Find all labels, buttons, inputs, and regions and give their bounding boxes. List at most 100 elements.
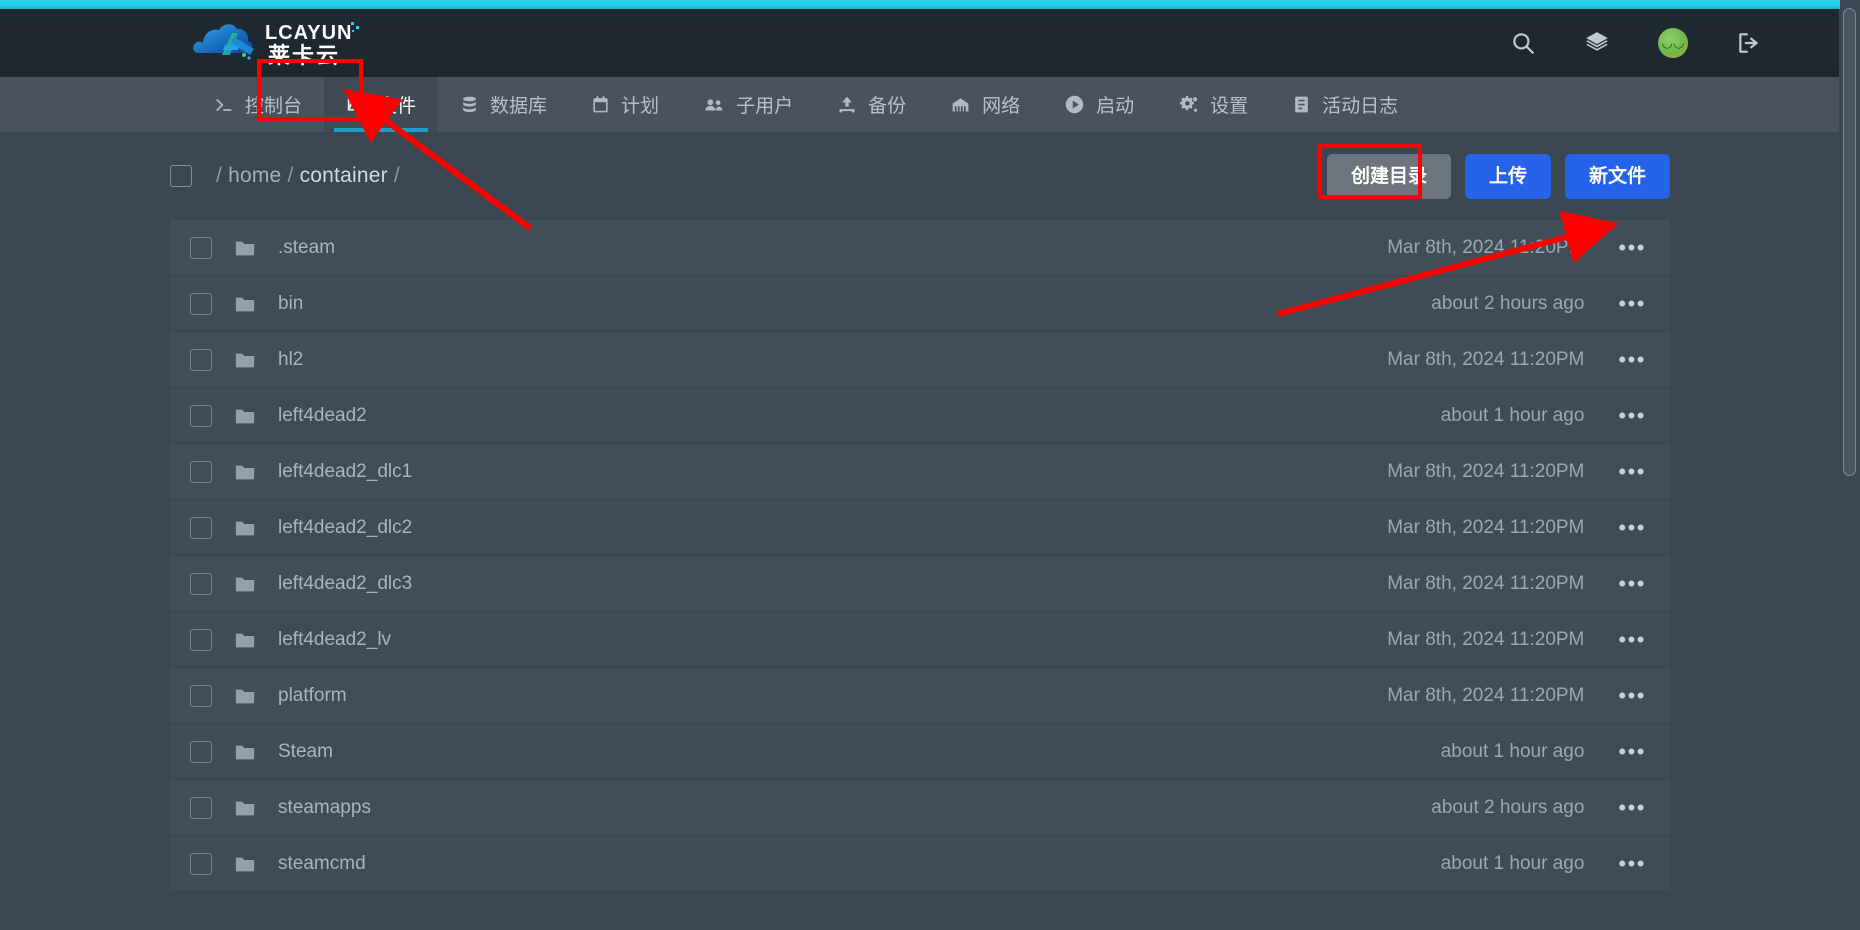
avatar[interactable]: ◡◡: [1658, 28, 1688, 58]
breadcrumb-separator: /: [287, 164, 294, 187]
row-menu-icon[interactable]: •••: [1612, 513, 1652, 543]
network-icon: [950, 94, 971, 115]
row-menu-icon[interactable]: •••: [1612, 569, 1652, 599]
tab-settings[interactable]: 设置: [1156, 77, 1270, 132]
tab-label: 备份: [868, 96, 907, 117]
tab-backups[interactable]: 备份: [815, 77, 928, 132]
row-checkbox[interactable]: [190, 796, 212, 819]
file-name[interactable]: left4dead2_lv: [278, 629, 391, 651]
file-name[interactable]: .steam: [278, 237, 335, 259]
row-checkbox[interactable]: [190, 572, 212, 595]
breadcrumb-segment-container[interactable]: container: [300, 164, 388, 187]
row-menu-icon[interactable]: •••: [1612, 681, 1652, 711]
upload-icon: [837, 95, 857, 115]
table-row[interactable]: bin about 2 hours ago •••: [170, 276, 1670, 332]
breadcrumb-separator: /: [216, 164, 223, 187]
layers-icon[interactable]: [1584, 30, 1610, 56]
tab-subusers[interactable]: 子用户: [681, 77, 815, 132]
table-row[interactable]: steamcmd about 1 hour ago •••: [170, 836, 1670, 892]
database-icon: [460, 95, 479, 114]
avatar-face-icon: ◡◡: [1661, 35, 1685, 50]
row-checkbox[interactable]: [190, 348, 212, 371]
table-row[interactable]: Steam about 1 hour ago •••: [170, 724, 1670, 780]
file-name[interactable]: bin: [278, 293, 303, 315]
page-loading-bar: [0, 0, 1840, 9]
row-checkbox[interactable]: [190, 460, 212, 483]
folder-icon: [234, 237, 256, 259]
file-name[interactable]: hl2: [278, 349, 303, 371]
row-checkbox[interactable]: [190, 684, 212, 707]
select-all-checkbox[interactable]: [170, 165, 192, 187]
page-root: LCAYUN 莱卡云 ◡◡ 控制台 文件 数据库 计划 子用户 备份 网络 启动…: [0, 0, 1860, 930]
row-menu-icon[interactable]: •••: [1612, 625, 1652, 655]
file-name[interactable]: left4dead2: [278, 405, 367, 427]
header-icon-group: ◡◡: [1510, 9, 1762, 77]
row-checkbox[interactable]: [190, 404, 212, 427]
file-modified: about 2 hours ago: [1431, 292, 1585, 314]
table-row[interactable]: steamapps about 2 hours ago •••: [170, 780, 1670, 836]
row-menu-icon[interactable]: •••: [1612, 289, 1652, 319]
folder-icon: [234, 517, 256, 539]
table-row[interactable]: left4dead2_dlc3 Mar 8th, 2024 11:20PM •••: [170, 556, 1670, 612]
file-modified: Mar 8th, 2024 11:20PM: [1387, 684, 1585, 706]
logout-icon[interactable]: [1736, 30, 1762, 56]
file-modified: Mar 8th, 2024 11:20PM: [1387, 236, 1585, 258]
tab-startup[interactable]: 启动: [1042, 77, 1156, 132]
file-modified: Mar 8th, 2024 11:20PM: [1387, 628, 1585, 650]
brand-logo[interactable]: LCAYUN 莱卡云: [192, 15, 362, 71]
file-name[interactable]: steamcmd: [278, 853, 366, 875]
tab-files[interactable]: 文件: [324, 77, 439, 132]
row-menu-icon[interactable]: •••: [1612, 793, 1652, 823]
tab-network[interactable]: 网络: [928, 77, 1042, 132]
tab-activity-log[interactable]: 活动日志: [1270, 77, 1420, 132]
scrollbar-thumb[interactable]: [1843, 8, 1856, 476]
file-modified: about 1 hour ago: [1440, 404, 1585, 426]
file-modified: about 1 hour ago: [1440, 740, 1585, 762]
new-file-button[interactable]: 新文件: [1564, 153, 1670, 199]
folder-icon: [234, 293, 256, 315]
tab-label: 文件: [378, 96, 417, 117]
create-directory-button[interactable]: 创建目录: [1326, 153, 1451, 199]
file-modified: Mar 8th, 2024 11:20PM: [1387, 516, 1585, 538]
table-row[interactable]: hl2 Mar 8th, 2024 11:20PM •••: [170, 332, 1670, 388]
row-menu-icon[interactable]: •••: [1612, 345, 1652, 375]
console-icon: [214, 95, 234, 115]
row-checkbox[interactable]: [190, 628, 212, 651]
file-name[interactable]: platform: [278, 685, 347, 707]
svg-text:LCAYUN: LCAYUN: [265, 22, 353, 44]
row-menu-icon[interactable]: •••: [1612, 457, 1652, 487]
row-checkbox[interactable]: [190, 740, 212, 763]
file-name[interactable]: steamapps: [278, 797, 371, 819]
tab-label: 数据库: [490, 96, 548, 117]
row-menu-icon[interactable]: •••: [1612, 233, 1652, 263]
file-name[interactable]: Steam: [278, 741, 333, 763]
play-icon: [1064, 94, 1085, 115]
search-icon[interactable]: [1510, 30, 1536, 56]
table-row[interactable]: platform Mar 8th, 2024 11:20PM •••: [170, 668, 1670, 724]
row-checkbox[interactable]: [190, 236, 212, 259]
folder-icon: [234, 349, 256, 371]
file-name[interactable]: left4dead2_dlc1: [278, 461, 412, 483]
tab-schedule[interactable]: 计划: [569, 77, 681, 132]
upload-button[interactable]: 上传: [1464, 153, 1551, 199]
tab-label: 子用户: [736, 96, 794, 117]
row-menu-icon[interactable]: •••: [1612, 737, 1652, 767]
file-name[interactable]: left4dead2_dlc2: [278, 517, 412, 539]
tab-database[interactable]: 数据库: [438, 77, 569, 132]
row-checkbox[interactable]: [190, 852, 212, 875]
row-checkbox[interactable]: [190, 516, 212, 539]
table-row[interactable]: left4dead2_dlc1 Mar 8th, 2024 11:20PM •••: [170, 444, 1670, 500]
row-menu-icon[interactable]: •••: [1612, 849, 1652, 879]
tab-console[interactable]: 控制台: [192, 77, 324, 132]
row-menu-icon[interactable]: •••: [1612, 401, 1652, 431]
table-row[interactable]: left4dead2 about 1 hour ago •••: [170, 388, 1670, 444]
row-checkbox[interactable]: [190, 292, 212, 315]
tab-label: 启动: [1096, 96, 1135, 117]
table-row[interactable]: .steam Mar 8th, 2024 11:20PM •••: [170, 220, 1670, 276]
file-name[interactable]: left4dead2_dlc3: [278, 573, 412, 595]
table-row[interactable]: left4dead2_dlc2 Mar 8th, 2024 11:20PM •••: [170, 500, 1670, 556]
table-row[interactable]: left4dead2_lv Mar 8th, 2024 11:20PM •••: [170, 612, 1670, 668]
folder-icon: [234, 685, 256, 707]
page-scrollbar[interactable]: [1839, 0, 1860, 930]
breadcrumb-segment-home[interactable]: home: [228, 164, 281, 187]
